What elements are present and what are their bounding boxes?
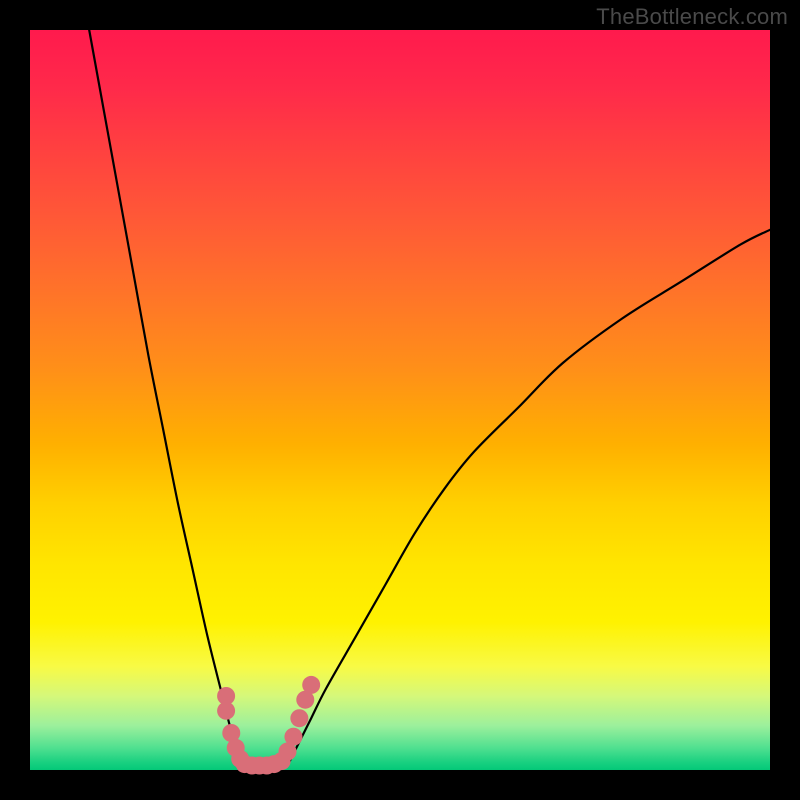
chart-curves [89, 30, 770, 763]
marker-dot [284, 728, 302, 746]
marker-dot [302, 676, 320, 694]
marker-dot [217, 702, 235, 720]
marker-dot [290, 709, 308, 727]
watermark-text: TheBottleneck.com [596, 4, 788, 30]
curve-curve-right [289, 230, 770, 763]
marker-dot [265, 755, 283, 773]
chart-svg [30, 30, 770, 770]
chart-frame [30, 30, 770, 770]
chart-markers [217, 676, 320, 775]
curve-curve-left [89, 30, 241, 763]
